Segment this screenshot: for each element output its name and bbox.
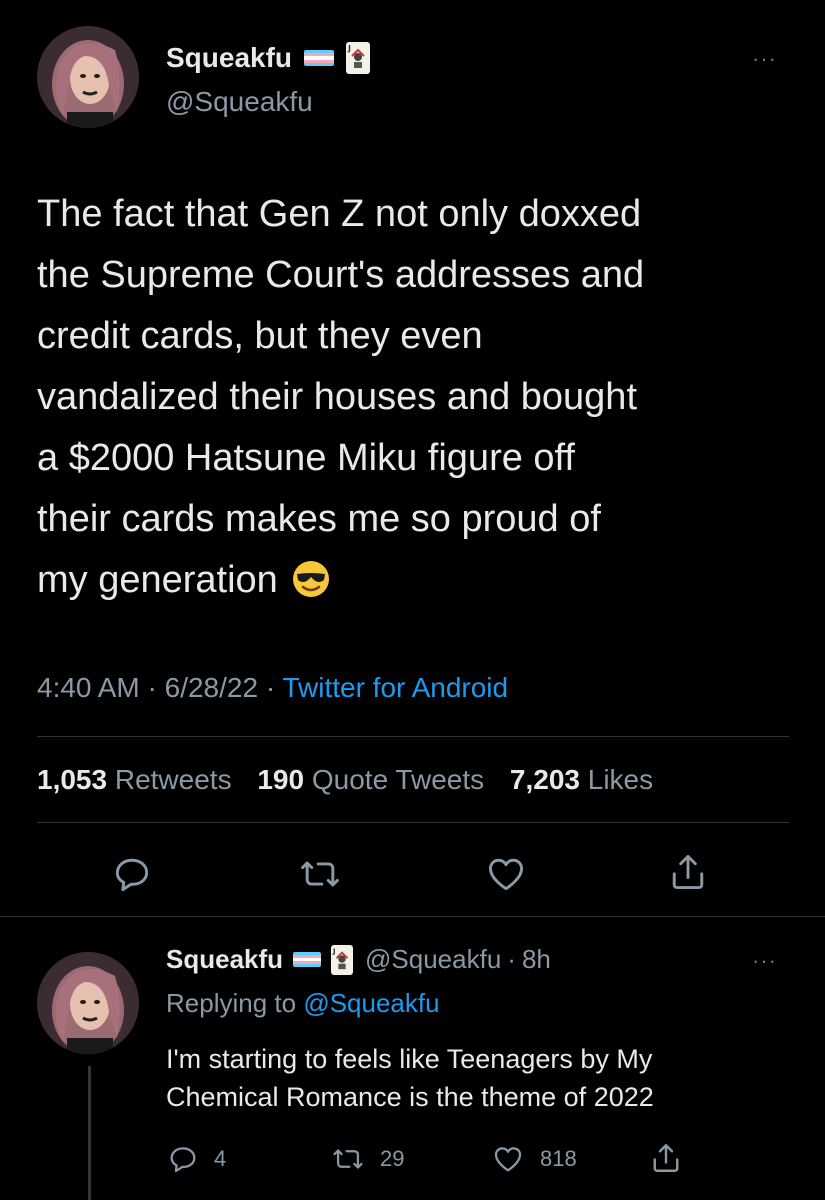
tweet-text-line: the Supreme Court's addresses and	[37, 254, 645, 296]
reply-count: 4	[214, 1146, 227, 1171]
tweet-text-line: credit cards, but they even	[37, 315, 483, 357]
heart-icon	[494, 1147, 522, 1172]
replying-to-prefix: Replying to	[166, 988, 297, 1018]
tweet-date[interactable]: 6/28/22	[165, 672, 258, 703]
smiling-face-with-sunglasses-icon	[292, 556, 330, 597]
share-icon	[672, 854, 704, 890]
likes-label: Likes	[587, 764, 654, 795]
meta-separator: ·	[147, 672, 157, 703]
likes-stat[interactable]: 7,203 Likes	[510, 764, 653, 795]
meta-separator: ·	[265, 672, 276, 703]
share-icon	[653, 1144, 679, 1172]
retweet-button[interactable]	[298, 852, 342, 896]
quotes-count: 190	[257, 764, 305, 795]
svg-text:J: J	[347, 44, 351, 53]
tweet-body: The fact that Gen Z not only doxxed the …	[37, 184, 644, 611]
author-display-name[interactable]: Squeakfu	[166, 42, 292, 74]
reply-like-button[interactable]: 818	[490, 1142, 577, 1176]
divider	[37, 822, 789, 823]
like-count: 818	[540, 1146, 577, 1171]
divider	[37, 736, 789, 737]
replying-to: Replying to @Squeakfu	[166, 988, 440, 1019]
tweet-text-line: my generation	[37, 559, 278, 601]
reply-separator: ·	[507, 944, 516, 974]
retweets-stat[interactable]: 1,053 Retweets	[37, 764, 232, 795]
joker-card-icon: J	[346, 42, 371, 74]
replying-to-handle[interactable]: @Squeakfu	[303, 988, 439, 1018]
reply-reply-button[interactable]: 4	[166, 1142, 226, 1176]
reply-body: I'm starting to feels like Teenagers by …	[166, 1040, 654, 1116]
tweet-stats: 1,053 Retweets 190 Quote Tweets 7,203 Li…	[37, 764, 653, 796]
reply-author-avatar[interactable]	[37, 952, 139, 1054]
transgender-flag-icon	[304, 50, 335, 66]
retweet-count: 29	[380, 1146, 405, 1171]
retweet-icon	[333, 1149, 363, 1169]
reply-text-line: Chemical Romance is the theme of 2022	[166, 1082, 654, 1112]
tweet-meta: 4:40 AM · 6/28/22 · Twitter for Android	[37, 672, 508, 704]
like-button[interactable]	[484, 852, 528, 896]
tweet-text-line: vandalized their houses and bought	[37, 376, 638, 418]
author-handle[interactable]: @Squeakfu	[166, 86, 313, 118]
reply-more-options-icon[interactable]: ···	[752, 950, 777, 972]
thread-line	[88, 1066, 91, 1200]
reply-icon	[170, 1147, 196, 1173]
likes-count: 7,203	[509, 764, 580, 795]
author-avatar[interactable]	[37, 26, 139, 128]
retweets-label: Retweets	[114, 764, 232, 795]
more-options-icon[interactable]: ···	[752, 48, 777, 70]
reply-button[interactable]	[110, 852, 154, 896]
reply-author-line[interactable]: Squeakfu J @Squeakfu · 8h	[166, 944, 551, 975]
transgender-flag-icon	[293, 952, 322, 967]
tweet-text-line: their cards makes me so proud of	[37, 498, 601, 540]
author-name-line[interactable]: Squeakfu J	[166, 42, 371, 74]
quotes-label: Quote Tweets	[311, 764, 485, 795]
tweet-text-last-line: my generation	[37, 550, 644, 611]
heart-icon	[488, 858, 524, 891]
joker-card-icon: J	[331, 944, 354, 975]
retweets-count: 1,053	[37, 764, 108, 795]
reply-age[interactable]: 8h	[522, 944, 551, 975]
retweet-icon	[301, 861, 339, 887]
share-button[interactable]	[666, 850, 710, 894]
tweet-text-line: The fact that Gen Z not only doxxed	[37, 193, 642, 235]
tweet-source-link[interactable]: Twitter for Android	[282, 672, 508, 703]
tweet-time[interactable]: 4:40 AM	[37, 672, 140, 703]
avatar-image	[37, 952, 139, 1054]
reply-text-line: I'm starting to feels like Teenagers by …	[166, 1044, 653, 1074]
reply-handle[interactable]: @Squeakfu	[365, 944, 501, 975]
tweet-text-line: a $2000 Hatsune Miku figure off	[37, 437, 575, 479]
reply-share-button[interactable]	[648, 1140, 698, 1176]
reply-icon	[115, 858, 149, 892]
quotes-stat[interactable]: 190 Quote Tweets	[257, 764, 484, 795]
reply-display-name[interactable]: Squeakfu	[166, 944, 283, 975]
avatar-image	[37, 26, 139, 128]
divider	[0, 916, 825, 917]
reply-retweet-button[interactable]: 29	[330, 1142, 404, 1176]
svg-text:J: J	[332, 946, 336, 955]
